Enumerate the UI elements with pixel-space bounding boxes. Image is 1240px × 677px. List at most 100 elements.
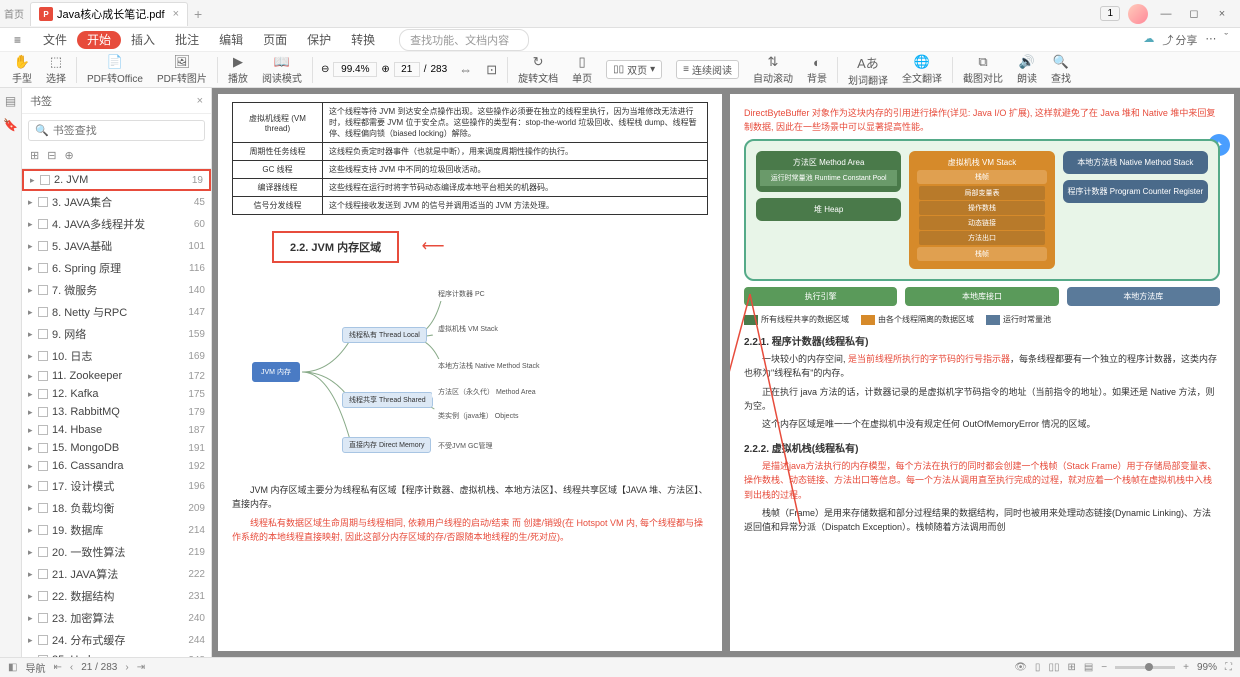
zoom-value[interactable]: 99.4% <box>333 62 377 77</box>
collapse-ribbon-icon[interactable]: ˇ <box>1224 32 1228 48</box>
prev-page-icon[interactable]: ‹ <box>70 662 73 673</box>
legend: 所有线程共享的数据区域 由各个线程隔离的数据区域 运行时常量池 <box>744 314 1220 325</box>
menu-0[interactable]: 文件 <box>33 31 77 49</box>
read-mode[interactable]: 📖阅读模式 <box>256 54 308 85</box>
fullscreen-icon[interactable]: ⛶ <box>1225 662 1232 673</box>
view-mode-2-icon[interactable]: ▯ <box>1035 662 1041 673</box>
new-tab-button[interactable]: + <box>194 6 202 22</box>
pdf-to-office[interactable]: 📄PDF转Office <box>81 54 149 85</box>
expand-all-icon[interactable]: ⊞ <box>30 149 39 162</box>
add-bookmark-icon[interactable]: ⊕ <box>64 149 73 162</box>
bookmark-item[interactable]: ▸8. Netty 与RPC147 <box>22 301 211 323</box>
zoom-slider[interactable] <box>1115 666 1175 669</box>
pdf-icon: P <box>39 7 53 21</box>
document-tab[interactable]: P Java核心成长笔记.pdf × <box>30 2 188 26</box>
zoom-in-icon[interactable]: ⊕ <box>381 64 389 75</box>
notification-counter[interactable]: 1 <box>1100 6 1120 21</box>
status-zoom-in-icon[interactable]: + <box>1183 662 1189 673</box>
view-mode-1-icon[interactable]: 👁 <box>1014 662 1027 673</box>
menu-dropdown[interactable]: ≡ <box>4 31 31 49</box>
background[interactable]: ◐背景 <box>801 55 833 85</box>
bookmark-item[interactable]: ▸23. 加密算法240 <box>22 607 211 629</box>
bookmark-item[interactable]: ▸25. Hadoop248 <box>22 651 211 657</box>
view-mode-3-icon[interactable]: ▯▯ <box>1048 662 1059 673</box>
fit-width[interactable]: ⇔ <box>453 62 478 77</box>
zoom-out-icon[interactable]: ⊖ <box>321 64 329 75</box>
bookmark-item[interactable]: ▸9. 网络159 <box>22 323 211 345</box>
toolbar: ✋手型 ⬚选择 📄PDF转Office 🖼PDF转图片 ▶播放 📖阅读模式 ⊖ … <box>0 52 1240 88</box>
bookmark-item[interactable]: ▸19. 数据库214 <box>22 519 211 541</box>
status-page[interactable]: 21 / 283 <box>81 662 117 673</box>
last-page-icon[interactable]: ⇥ <box>137 662 145 673</box>
find[interactable]: 🔍查找 <box>1045 54 1077 85</box>
single-page[interactable]: ▯单页 <box>566 54 598 85</box>
bookmark-item[interactable]: ▸18. 负载均衡209 <box>22 497 211 519</box>
full-translate[interactable]: 🌐全文翻译 <box>896 54 948 85</box>
mm-root: JVM 内存 <box>252 362 300 382</box>
first-page-icon[interactable]: ⇤ <box>53 662 61 673</box>
bookmark-item[interactable]: ▸14. Hbase187 <box>22 421 211 439</box>
thumbnails-icon[interactable]: ▤ <box>5 94 16 108</box>
bookmark-item[interactable]: ▸24. 分布式缓存244 <box>22 629 211 651</box>
menu-3[interactable]: 批注 <box>165 31 209 49</box>
menu-5[interactable]: 页面 <box>253 31 297 49</box>
more-icon[interactable]: ⋯ <box>1205 32 1216 48</box>
hand-tool[interactable]: ✋手型 <box>6 54 38 85</box>
view-mode-4-icon[interactable]: ⊞ <box>1067 662 1075 673</box>
nav-toggle-icon[interactable]: ◧ <box>8 662 17 673</box>
minimize-icon[interactable]: — <box>1156 4 1176 24</box>
menu-2[interactable]: 插入 <box>121 31 165 49</box>
status-zoom-out-icon[interactable]: − <box>1101 662 1107 673</box>
continuous[interactable]: ≡ 连续阅读 <box>670 60 745 79</box>
section-heading: 2.2. JVM 内存区域 <box>272 231 399 263</box>
bookmark-item[interactable]: ▸5. JAVA基础101 <box>22 235 211 257</box>
menu-6[interactable]: 保护 <box>297 31 341 49</box>
cloud-sync-icon[interactable]: ☁ <box>1143 32 1154 48</box>
bookmark-item[interactable]: ▸13. RabbitMQ179 <box>22 403 211 421</box>
play-button[interactable]: ▶播放 <box>222 54 254 85</box>
bookmark-item[interactable]: ▸12. Kafka175 <box>22 385 211 403</box>
auto-scroll[interactable]: ⇅自动滚动 <box>747 54 799 85</box>
document-viewport[interactable]: 虚拟机线程 (VM thread)这个线程等待 JVM 到达安全点操作出现。这些… <box>212 88 1240 657</box>
bookmark-item[interactable]: ▸15. MongoDB191 <box>22 439 211 457</box>
view-mode-5-icon[interactable]: ▤ <box>1084 662 1093 673</box>
menu-7[interactable]: 转换 <box>341 31 385 49</box>
bookmark-item[interactable]: ▸20. 一致性算法219 <box>22 541 211 563</box>
bookmark-item[interactable]: ▸3. JAVA集合45 <box>22 191 211 213</box>
bookmark-item[interactable]: ▸6. Spring 原理116 <box>22 257 211 279</box>
double-page[interactable]: ▯▯ 双页 ▾ <box>600 60 668 79</box>
bookmark-item[interactable]: ▸10. 日志169 <box>22 345 211 367</box>
bookmarks-icon[interactable]: 🔖 <box>3 118 18 132</box>
close-panel-icon[interactable]: × <box>197 95 203 107</box>
bookmark-item[interactable]: ▸21. JAVA算法222 <box>22 563 211 585</box>
read-aloud[interactable]: 🔊朗读 <box>1011 54 1043 85</box>
hover-translate[interactable]: Aあ划词翻译 <box>842 53 894 87</box>
bookmark-search[interactable]: 🔍 <box>28 120 205 141</box>
collapse-all-icon[interactable]: ⊟ <box>47 149 56 162</box>
bookmark-search-input[interactable] <box>53 125 198 137</box>
share-button[interactable]: ⤴ 分享 <box>1162 32 1197 48</box>
bookmark-item[interactable]: ▸16. Cassandra192 <box>22 457 211 475</box>
bookmark-item[interactable]: ▸11. Zookeeper172 <box>22 367 211 385</box>
close-window-icon[interactable]: × <box>1212 4 1232 24</box>
pdf-to-image[interactable]: 🖼PDF转图片 <box>151 54 213 85</box>
bookmark-item[interactable]: ▸17. 设计模式196 <box>22 475 211 497</box>
bookmark-item[interactable]: ▸7. 微服务140 <box>22 279 211 301</box>
screenshot-compare[interactable]: ⧉截图对比 <box>957 54 1009 85</box>
bookmark-item[interactable]: ▸2. JVM19 <box>22 169 211 191</box>
menu-4[interactable]: 编辑 <box>209 31 253 49</box>
rotate[interactable]: ↻旋转文档 <box>512 54 564 85</box>
restore-icon[interactable]: ◻ <box>1184 4 1204 24</box>
fit-page[interactable]: ⊡ <box>480 62 503 78</box>
statusbar: ◧ 导航 ⇤ ‹ 21 / 283 › ⇥ 👁 ▯ ▯▯ ⊞ ▤ − + 99%… <box>0 657 1240 677</box>
bookmark-item[interactable]: ▸4. JAVA多线程并发60 <box>22 213 211 235</box>
avatar[interactable] <box>1128 4 1148 24</box>
bookmark-item[interactable]: ▸22. 数据结构231 <box>22 585 211 607</box>
search-box[interactable]: 查找功能、文档内容 <box>399 29 529 51</box>
home-tab[interactable]: 首页 <box>0 0 28 28</box>
close-tab-icon[interactable]: × <box>173 8 179 20</box>
page-input[interactable]: 21 <box>394 62 420 77</box>
menu-1[interactable]: 开始 <box>77 31 121 49</box>
next-page-icon[interactable]: › <box>125 662 128 673</box>
select-tool[interactable]: ⬚选择 <box>40 54 72 85</box>
